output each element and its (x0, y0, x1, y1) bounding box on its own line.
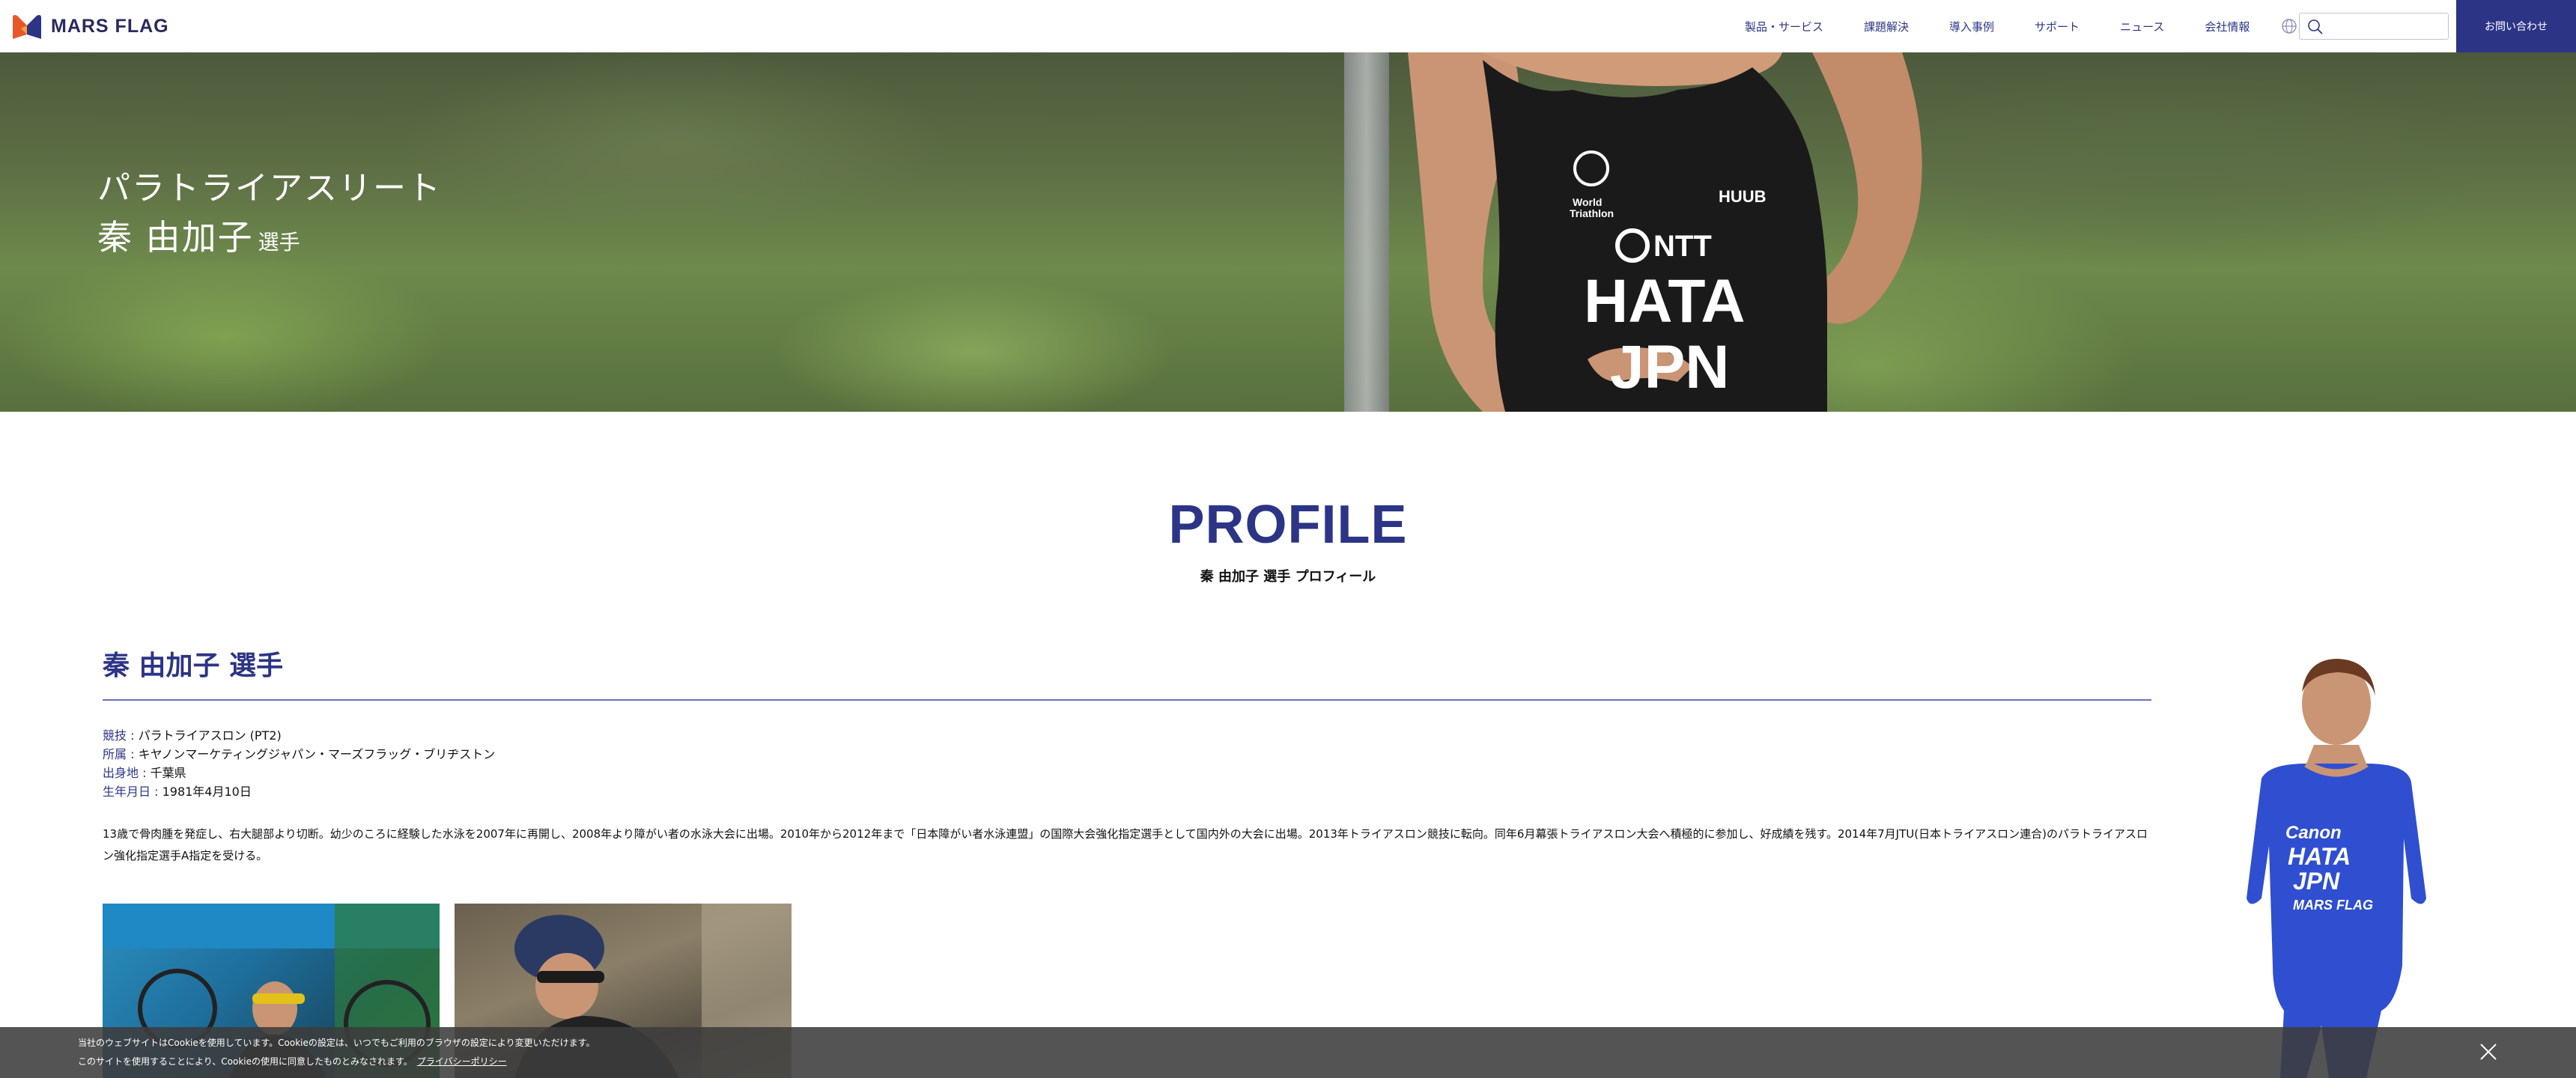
svg-text:NTT: NTT (1653, 230, 1712, 263)
hero-athlete-name: 秦 由加子 (97, 217, 254, 258)
mars-flag-logo-icon (13, 15, 41, 39)
search-input[interactable] (2330, 16, 2442, 36)
detail-key: 生年月日 : (103, 785, 162, 799)
athlete-details: 競技 : パラトライアスロン (PT2) 所属 : キヤノンマーケティングジャパ… (103, 726, 495, 801)
svg-text:World: World (1573, 196, 1602, 208)
svg-text:Canon: Canon (2285, 823, 2342, 843)
detail-value: 千葉県 (150, 766, 186, 780)
search-icon[interactable] (2307, 19, 2324, 35)
section-divider (103, 699, 2151, 701)
cookie-notice-line1: 当社のウェブサイトはCookieを使用しています。Cookieの設定は、いつでも… (78, 1038, 595, 1048)
hero-athlete-image: World Triathlon HUUB NTT HATA JPN (1408, 52, 1922, 412)
search-box[interactable] (2299, 13, 2449, 40)
cookie-notice-line2: このサイトを使用することにより、Cookieの使用に同意したものとみなされます。… (78, 1055, 507, 1068)
brand-name: MARS FLAG (51, 15, 169, 37)
svg-text:JPN: JPN (1610, 333, 1730, 401)
hero-title: パラトライアスリート 秦 由加子 選手 (97, 166, 442, 264)
detail-value: キヤノンマーケティングジャパン・マーズフラッグ・ブリヂストン (138, 747, 496, 761)
svg-text:HATA: HATA (2288, 843, 2351, 870)
hero-banner: World Triathlon HUUB NTT HATA JPN パラトライア… (0, 52, 2576, 412)
cookie-notice-text: このサイトを使用することにより、Cookieの使用に同意したものとみなされます。 (78, 1056, 413, 1067)
athlete-bio: 13歳で骨肉腫を発症し、右大腿部より切断。幼少のころに経験した水泳を2007年に… (103, 827, 2148, 862)
detail-row-affiliation: 所属 : キヤノンマーケティングジャパン・マーズフラッグ・ブリヂストン (103, 745, 495, 764)
contact-button[interactable]: お問い合わせ (2456, 0, 2576, 52)
language-globe-icon[interactable] (2281, 18, 2297, 34)
detail-key: 所属 : (103, 747, 139, 761)
athlete-standing-image: Canon HATA JPN MARS FLAG (2247, 659, 2426, 1078)
close-icon[interactable] (2477, 1041, 2500, 1063)
detail-row-hometown: 出身地 : 千葉県 (103, 764, 495, 782)
detail-row-birthday: 生年月日 : 1981年4月10日 (103, 782, 495, 801)
hero-subtitle: パラトライアスリート (97, 169, 442, 207)
profile-caption: 秦 由加子 選手 プロフィール (1200, 569, 1376, 585)
privacy-policy-link[interactable]: プライバシーポリシー (417, 1056, 507, 1067)
athlete-name: 秦 由加子 選手 (103, 651, 284, 681)
svg-text:HUUB: HUUB (1719, 187, 1767, 206)
cookie-banner: 当社のウェブサイトはCookieを使用しています。Cookieの設定は、いつでも… (0, 1027, 2576, 1078)
nav-item-products[interactable]: 製品・サービス (1745, 19, 1823, 34)
svg-text:Triathlon: Triathlon (1570, 207, 1614, 219)
svg-text:HATA: HATA (1584, 267, 1746, 335)
detail-row-sport: 競技 : パラトライアスロン (PT2) (103, 726, 495, 745)
svg-text:JPN: JPN (2293, 868, 2340, 895)
detail-key: 競技 : (103, 728, 139, 743)
main-nav: 製品・サービス 課題解決 導入事例 サポート ニュース 会社情報 (1745, 0, 2290, 52)
svg-text:MARS FLAG: MARS FLAG (2293, 898, 2373, 913)
brand-logo[interactable]: MARS FLAG (10, 12, 169, 40)
nav-item-company[interactable]: 会社情報 (2205, 19, 2250, 34)
profile-heading: PROFILE (1168, 495, 1408, 555)
nav-item-support[interactable]: サポート (2035, 19, 2080, 34)
nav-item-case-studies[interactable]: 導入事例 (1949, 19, 1994, 34)
detail-key: 出身地 : (103, 766, 151, 780)
detail-value: パラトライアスロン (PT2) (138, 728, 282, 743)
nav-item-news[interactable]: ニュース (2120, 19, 2164, 34)
detail-value: 1981年4月10日 (162, 785, 252, 799)
site-header: MARS FLAG 製品・サービス 課題解決 導入事例 サポート ニュース 会社… (0, 0, 2576, 52)
nav-item-solutions[interactable]: 課題解決 (1864, 19, 1909, 34)
hero-name-suffix: 選手 (258, 230, 300, 255)
